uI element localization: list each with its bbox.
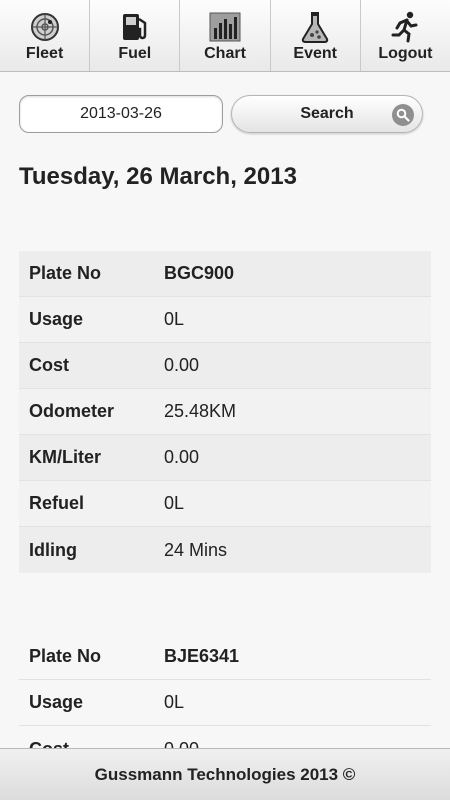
row-label: Odometer [29,401,115,421]
table-row: Plate No BJE6341 [19,634,431,680]
page-date-heading: Tuesday, 26 March, 2013 [19,163,297,190]
nav-fleet[interactable]: Fleet [0,0,91,71]
flask-icon [297,10,333,44]
search-icon [392,104,414,126]
table-row: Cost 0.00 [19,343,431,389]
bar-chart-icon [207,10,243,44]
nav-logout[interactable]: Logout [361,0,450,71]
table-row: Refuel 0L [19,481,431,527]
top-nav: Fleet Fuel Chart Event Logout [0,0,450,72]
row-value: BGC900 [164,263,235,283]
row-value: 0L [164,692,185,712]
row-label: Usage [29,309,84,329]
table-row: Plate No BGC900 [19,251,431,297]
table-row: Usage 0L [19,680,431,726]
table-row: KM/Liter 0.00 [19,435,431,481]
nav-fleet-label: Fleet [25,45,64,62]
search-row: Search [19,95,423,133]
nav-event[interactable]: Event [271,0,361,71]
row-value: 24 Mins [164,539,228,560]
nav-event-label: Event [293,45,337,62]
nav-chart[interactable]: Chart [180,0,271,71]
row-label: Idling [29,539,77,560]
row-value: 0.00 [164,447,200,467]
row-label: KM/Liter [29,447,101,467]
row-label: Plate No [29,646,102,666]
row-value: 0.00 [164,355,200,375]
row-label: Cost [29,355,69,375]
row-label: Refuel [29,493,85,513]
row-value: 0L [164,309,185,329]
search-button-label: Search [300,105,354,122]
table-row: Idling 24 Mins [19,527,431,573]
running-man-icon [387,10,423,44]
search-button[interactable]: Search [231,95,423,133]
nav-logout-label: Logout [378,45,433,62]
footer: Gussmann Technologies 2013 © [0,748,450,800]
row-label: Usage [29,692,84,712]
table-row: Odometer 25.48KM [19,389,431,435]
footer-copyright: Gussmann Technologies 2013 © [94,764,356,784]
row-value: 25.48KM [164,401,237,421]
nav-chart-label: Chart [204,45,246,62]
nav-fuel[interactable]: Fuel [90,0,181,71]
row-label: Plate No [29,263,102,283]
nav-fuel-label: Fuel [118,45,152,62]
vehicle-record: Plate No BGC900 Usage 0L Cost 0.00 Odome… [19,251,431,573]
table-row: Usage 0L [19,297,431,343]
row-value: 0L [164,493,185,513]
row-value: BJE6341 [164,646,240,666]
radar-icon [27,10,63,44]
fuel-pump-icon [117,10,153,44]
date-input[interactable] [19,95,223,133]
